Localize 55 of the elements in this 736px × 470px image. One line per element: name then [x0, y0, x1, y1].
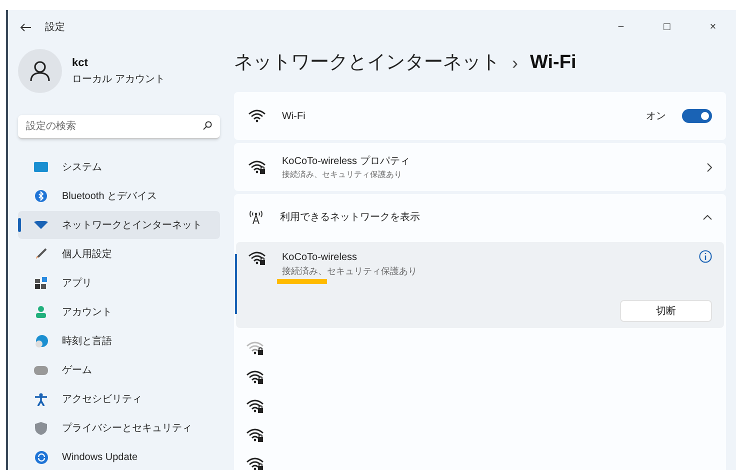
- sidebar-item[interactable]: 個人用設定: [18, 240, 220, 268]
- sidebar-item[interactable]: アカウント: [18, 298, 220, 326]
- wifi-lock-icon: [248, 159, 266, 175]
- window-title: 設定: [45, 20, 65, 34]
- wifi-label: Wi-Fi: [282, 110, 306, 124]
- search-icon: [203, 121, 212, 130]
- accessibility-icon: [35, 392, 47, 406]
- properties-card[interactable]: KoCoTo-wireless プロパティ 接続済み、セキュリティ保護あり: [234, 143, 726, 191]
- network-name: KoCoTo-wireless: [282, 251, 358, 265]
- breadcrumb-parent[interactable]: ネットワークとインターネット: [234, 48, 500, 78]
- antenna-icon: [248, 210, 264, 224]
- available-networks-label: 利用できるネットワークを表示: [280, 210, 421, 224]
- minimize-button[interactable]: −: [598, 15, 644, 39]
- disconnect-button[interactable]: 切断: [620, 300, 712, 322]
- wifi-lock-icon: [246, 340, 264, 356]
- shield-icon: [35, 422, 47, 434]
- sidebar-item[interactable]: 時刻と言語: [18, 327, 220, 355]
- wifi-lock-icon: [246, 398, 264, 414]
- connected-network[interactable]: KoCoTo-wireless 接続済み、セキュリティ保護あり 切断: [236, 242, 724, 328]
- apps-icon: [34, 277, 48, 289]
- wifi-state: オン: [646, 110, 666, 124]
- account-type: ローカル アカウント: [72, 72, 165, 87]
- person-icon: [35, 306, 47, 318]
- sidebar-item[interactable]: ネットワークとインターネット: [18, 211, 220, 239]
- sidebar-item[interactable]: アクセシビリティ: [18, 385, 220, 413]
- properties-subtitle: 接続済み、セキュリティ保護あり: [282, 168, 403, 180]
- search-field[interactable]: 設定の検索: [18, 115, 220, 139]
- back-icon[interactable]: [20, 22, 31, 32]
- monitor-icon: [34, 162, 48, 172]
- close-button[interactable]: ×: [690, 15, 736, 39]
- properties-title: KoCoTo-wireless プロパティ: [282, 154, 411, 168]
- info-icon: [699, 250, 712, 263]
- network-status: 接続済み、セキュリティ保護あり: [282, 265, 418, 278]
- sidebar-item[interactable]: アプリ: [18, 269, 220, 297]
- page-title: Wi-Fi: [530, 50, 576, 75]
- sidebar-item[interactable]: ゲーム: [18, 356, 220, 384]
- wifi-lock-icon: [248, 250, 266, 266]
- sync-icon: [34, 450, 48, 464]
- sidebar-item[interactable]: プライバシーとセキュリティ: [18, 414, 220, 442]
- sidebar-item[interactable]: システム: [18, 153, 220, 181]
- breadcrumb-separator: ›: [512, 52, 518, 74]
- bluetooth-icon: [35, 190, 47, 202]
- sidebar-item[interactable]: Bluetooth とデバイス: [18, 182, 220, 210]
- sidebar-item[interactable]: Windows Update: [18, 443, 220, 470]
- person-icon: [30, 61, 50, 81]
- show-networks-toggle[interactable]: 利用できるネットワークを表示: [234, 194, 726, 240]
- chevron-up-icon: [703, 214, 712, 220]
- chevron-right-icon: [707, 162, 712, 172]
- wifi-lock-icon: [246, 369, 264, 385]
- maximize-button[interactable]: □: [644, 15, 690, 39]
- wifi-lock-icon: [246, 427, 264, 443]
- wifi-toggle[interactable]: [682, 109, 712, 123]
- wifi-lock-icon: [246, 456, 264, 470]
- account-name: kct: [72, 56, 89, 72]
- brush-icon: [35, 248, 47, 260]
